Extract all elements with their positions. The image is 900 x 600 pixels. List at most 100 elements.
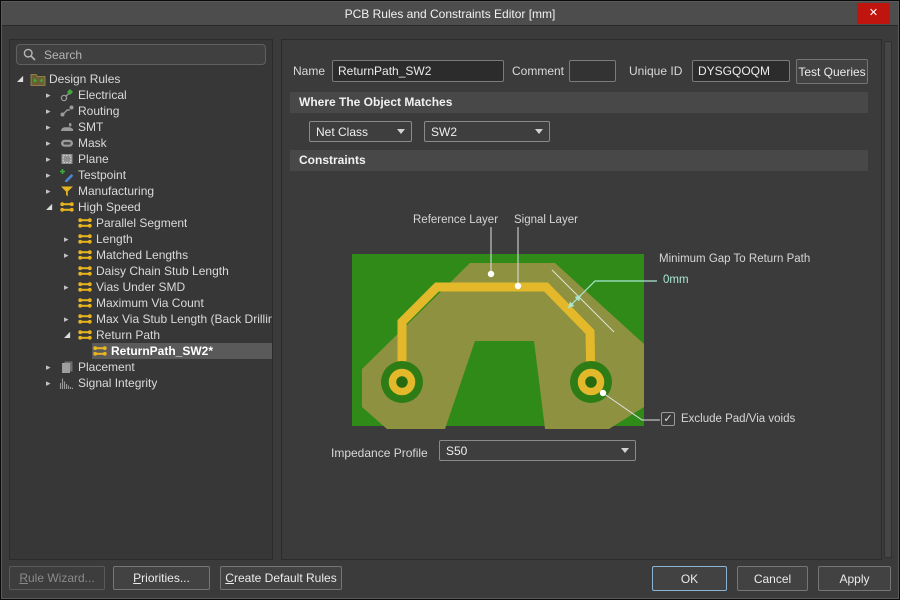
unique-id-input[interactable]: [692, 60, 790, 82]
smt-icon: [59, 120, 75, 134]
signal-integrity-icon: [59, 376, 75, 390]
tree-item-body[interactable]: Daisy Chain Stub Length: [77, 263, 272, 279]
manufacturing-icon: [59, 184, 75, 198]
net-class-dropdown[interactable]: SW2: [424, 121, 550, 142]
expand-arrow-icon[interactable]: ◢: [64, 327, 77, 343]
tree-item-matched-lengths[interactable]: ▸Matched Lengths: [10, 247, 272, 263]
vertical-scrollbar[interactable]: [884, 41, 892, 558]
cancel-button[interactable]: Cancel: [737, 566, 808, 591]
tree-item-body[interactable]: SMT: [59, 119, 272, 135]
tree-item-label: ReturnPath_SW2*: [111, 344, 213, 358]
tree-item-body[interactable]: Routing: [59, 103, 272, 119]
tree-item-label: Maximum Via Count: [96, 296, 204, 310]
tree-item-body[interactable]: Signal Integrity: [59, 375, 272, 391]
rule-wizard-button[interactable]: Rule Wizard...: [9, 566, 105, 590]
ok-button[interactable]: OK: [652, 566, 727, 591]
rule-name-input[interactable]: [332, 60, 504, 82]
tree-item-label: Placement: [78, 360, 135, 374]
tree-item-body[interactable]: Plane: [59, 151, 272, 167]
tree-item-label: Routing: [78, 104, 119, 118]
tree-item-body[interactable]: Placement: [59, 359, 272, 375]
comment-label: Comment: [512, 64, 564, 78]
expand-arrow-icon[interactable]: ▸: [64, 231, 77, 247]
tree-item-signal-integrity[interactable]: ▸ Signal Integrity: [10, 375, 272, 391]
title-bar: PCB Rules and Constraints Editor [mm] ✕: [2, 2, 898, 26]
search-input[interactable]: [42, 47, 259, 63]
tree-item-placement[interactable]: ▸ Placement: [10, 359, 272, 375]
high-speed-icon: [77, 296, 93, 310]
tree-item-body[interactable]: Mask: [59, 135, 272, 151]
tree-item-label: Plane: [78, 152, 109, 166]
tree-item-body[interactable]: Electrical: [59, 87, 272, 103]
tree-item-routing[interactable]: ▸ Routing: [10, 103, 272, 119]
dialog-footer: Rule Wizard... Priorities... Create Defa…: [1, 559, 900, 599]
expand-arrow-icon[interactable]: ▸: [46, 103, 59, 119]
high-speed-icon: [77, 328, 93, 342]
search-box[interactable]: [16, 44, 266, 65]
priorities-button[interactable]: Priorities...: [113, 566, 210, 590]
tree-item-max-via-stub-length[interactable]: ▸Max Via Stub Length (Back Drilling: [10, 311, 272, 327]
tree-item-body[interactable]: High Speed: [59, 199, 272, 215]
tree-item-vias-under-smd[interactable]: ▸ Vias Under SMD: [10, 279, 272, 295]
rules-tree: ◢Design Rules▸Electrical▸Routing▸SMT▸Mas…: [10, 71, 272, 391]
tree-item-body[interactable]: Parallel Segment: [77, 215, 272, 231]
right-pad: [582, 373, 601, 392]
min-gap-label: Minimum Gap To Return Path: [659, 253, 810, 265]
tree-item-smt[interactable]: ▸SMT: [10, 119, 272, 135]
tree-item-label: Signal Integrity: [78, 376, 157, 390]
tree-item-daisy-chain-stub-length[interactable]: Daisy Chain Stub Length: [10, 263, 272, 279]
test-queries-button[interactable]: Test Queries: [796, 59, 868, 84]
tree-item-length[interactable]: ▸Length: [10, 231, 272, 247]
expand-arrow-icon[interactable]: ▸: [46, 135, 59, 151]
tree-item-body[interactable]: Design Rules: [30, 71, 272, 87]
tree-item-body[interactable]: Testpoint: [59, 167, 272, 183]
tree-item-body[interactable]: Matched Lengths: [77, 247, 272, 263]
tree-item-electrical[interactable]: ▸Electrical: [10, 87, 272, 103]
tree-item-body[interactable]: Length: [77, 231, 272, 247]
expand-arrow-icon[interactable]: ▸: [64, 311, 77, 327]
tree-item-body[interactable]: Return Path: [77, 327, 272, 343]
impedance-profile-dropdown[interactable]: S50: [439, 440, 636, 461]
expand-arrow-icon[interactable]: ▸: [46, 151, 59, 167]
expand-arrow-icon[interactable]: ▸: [64, 279, 77, 295]
close-button[interactable]: ✕: [857, 3, 890, 24]
tree-item-testpoint[interactable]: ▸Testpoint: [10, 167, 272, 183]
where-object-matches-header: Where The Object Matches: [290, 92, 868, 113]
tree-item-maximum-via-count[interactable]: Maximum Via Count: [10, 295, 272, 311]
tree-item-returnpath-sw2[interactable]: ReturnPath_SW2*: [10, 343, 272, 359]
left-pad: [393, 373, 412, 392]
tree-item-body[interactable]: Max Via Stub Length (Back Drilling: [77, 311, 272, 327]
tree-item-return-path[interactable]: ◢Return Path: [10, 327, 272, 343]
tree-item-label: Vias Under SMD: [96, 280, 185, 294]
expand-arrow-icon[interactable]: ▸: [46, 167, 59, 183]
expand-arrow-icon[interactable]: ▸: [46, 375, 59, 391]
reference-layer-dot: [488, 271, 494, 277]
create-default-rules-button[interactable]: Create Default Rules: [220, 566, 342, 590]
expand-arrow-icon[interactable]: ▸: [64, 247, 77, 263]
tree-item-body[interactable]: ReturnPath_SW2*: [92, 343, 272, 359]
signal-layer-dot: [515, 283, 521, 289]
electrical-icon: [59, 88, 75, 102]
expand-arrow-icon[interactable]: ◢: [46, 199, 59, 215]
expand-arrow-icon[interactable]: ▸: [46, 359, 59, 375]
tree-item-body[interactable]: Manufacturing: [59, 183, 272, 199]
apply-button[interactable]: Apply: [818, 566, 891, 591]
tree-item-high-speed[interactable]: ◢High Speed: [10, 199, 272, 215]
scope-dropdown[interactable]: Net Class: [309, 121, 412, 142]
comment-input[interactable]: [569, 60, 616, 82]
tree-item-mask[interactable]: ▸Mask: [10, 135, 272, 151]
mask-icon: [59, 136, 75, 150]
exclude-pad-via-checkbox[interactable]: ✓: [661, 412, 675, 426]
expand-arrow-icon[interactable]: ◢: [17, 71, 30, 87]
tree-item-parallel-segment[interactable]: Parallel Segment: [10, 215, 272, 231]
expand-arrow-icon[interactable]: ▸: [46, 87, 59, 103]
expand-arrow-icon[interactable]: ▸: [46, 183, 59, 199]
tree-item-plane[interactable]: ▸ Plane: [10, 151, 272, 167]
tree-item-body[interactable]: Vias Under SMD: [77, 279, 272, 295]
tree-item-manufacturing[interactable]: ▸Manufacturing: [10, 183, 272, 199]
expand-arrow-icon[interactable]: ▸: [46, 119, 59, 135]
tree-item-body[interactable]: Maximum Via Count: [77, 295, 272, 311]
tree-item-design-rules[interactable]: ◢Design Rules: [10, 71, 272, 87]
pad-void-dot: [600, 390, 606, 396]
high-speed-icon: [59, 200, 75, 214]
